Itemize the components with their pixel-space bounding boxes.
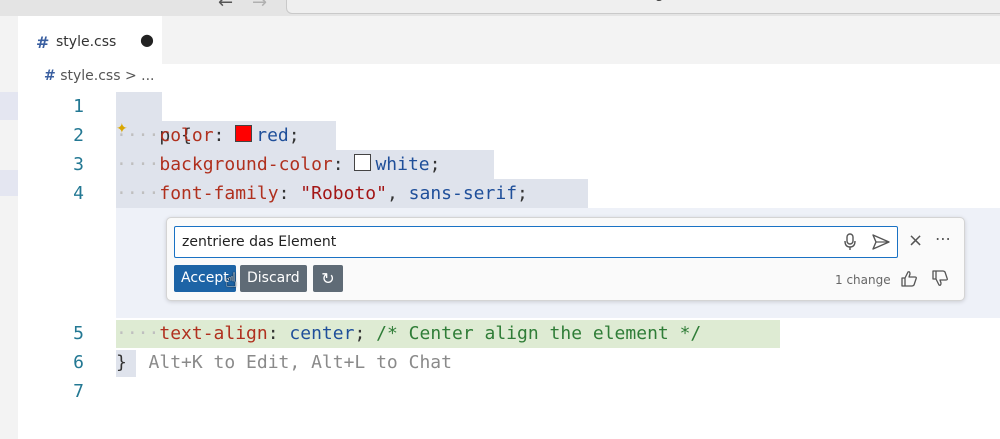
discard-button[interactable]: Discard [240, 265, 307, 292]
semicolon: ; [288, 125, 300, 146]
indent-dots: ···· [116, 183, 160, 204]
property-value: white [375, 154, 430, 175]
more-icon[interactable]: ⋯ [935, 229, 951, 248]
line-number: 5 [73, 323, 84, 344]
colon: : [267, 323, 290, 344]
color-swatch-red[interactable] [235, 125, 253, 142]
tab-style-css[interactable]: # style.css ● [18, 16, 162, 64]
property-value: sans-serif [408, 183, 518, 204]
color-swatch-white[interactable] [354, 154, 372, 171]
indent-dots: ···· [116, 323, 160, 344]
microphone-icon[interactable] [843, 233, 857, 251]
tab-label: style.css [56, 34, 117, 50]
colon: : [332, 154, 355, 175]
edit-chat-hint: Alt+K to Edit, Alt+L to Chat [126, 352, 452, 373]
css-file-icon: # [36, 33, 50, 52]
breadcrumb-file[interactable]: style.css [60, 68, 120, 84]
property-value: red [256, 125, 289, 146]
refresh-icon[interactable]: ↻ [313, 265, 343, 292]
semicolon: ; [429, 154, 441, 175]
css-file-icon: # [44, 68, 56, 84]
breadcrumb-separator: > [124, 68, 137, 84]
line-number: 7 [73, 381, 84, 402]
property-value: center [289, 323, 355, 344]
unsaved-dot-icon[interactable]: ● [140, 30, 154, 49]
side-panel-highlight [0, 170, 18, 196]
line-number: 3 [73, 154, 84, 175]
property-name: color [159, 125, 214, 146]
property-name: font-family [159, 183, 279, 204]
code-line-5[interactable]: ····text-align: center; /* Center align … [116, 319, 701, 348]
close-icon[interactable]: × [908, 230, 923, 251]
semicolon: ; [517, 183, 528, 204]
line-number: 6 [73, 352, 84, 373]
chat-input-text: zentriere das Element [182, 234, 337, 250]
code-line-3[interactable]: ····background-color: white; [116, 150, 440, 179]
code-line-2[interactable]: ····color: red; [116, 121, 300, 150]
comma: , [386, 183, 409, 204]
change-count: 1 change [835, 273, 891, 287]
chat-input[interactable]: zentriere das Element [174, 226, 898, 258]
code-line-1[interactable]: p { [116, 92, 192, 146]
thumbs-down-icon[interactable] [931, 270, 949, 287]
tab-strip: # style.css ● [0, 16, 1000, 64]
command-center-search[interactable]: ⌕ gnc [286, 0, 1000, 14]
mouse-cursor-icon: ☝ [225, 268, 238, 292]
arrow-left-icon[interactable]: ← [218, 0, 233, 13]
colon: : [278, 183, 301, 204]
closing-brace: } [116, 352, 127, 373]
indent-dots: ···· [116, 154, 160, 175]
line-number: 1 [73, 96, 84, 117]
side-panel-edge [0, 64, 18, 439]
code-line-4[interactable]: ····font-family: "Roboto", sans-serif; [116, 179, 528, 208]
inline-chat-widget: zentriere das Element × ⋯ Accept Discard… [166, 217, 965, 301]
send-icon[interactable] [872, 234, 890, 250]
string-value: "Roboto" [300, 183, 387, 204]
lightbulb-sparkle-icon[interactable]: ✦ [116, 121, 128, 137]
breadcrumb-more[interactable]: ... [141, 68, 154, 84]
arrow-right-icon[interactable]: → [252, 0, 267, 13]
side-panel-highlight [0, 92, 18, 120]
code-line-6[interactable]: } Alt+K to Edit, Alt+L to Chat [116, 348, 452, 377]
title-bar: ← → ⌕ gnc [0, 0, 1000, 16]
code-comment: /* Center align the element */ [376, 323, 702, 344]
property-name: background-color [159, 154, 333, 175]
property-name: text-align [159, 323, 268, 344]
line-number: 2 [73, 125, 84, 146]
thumbs-up-icon[interactable] [900, 270, 918, 287]
search-icon: ⌕ [631, 0, 639, 1]
search-text: gnc [655, 0, 680, 2]
breadcrumb: # style.css > ... [44, 68, 155, 84]
semicolon: ; [354, 323, 377, 344]
colon: : [213, 125, 236, 146]
line-number: 4 [73, 183, 84, 204]
